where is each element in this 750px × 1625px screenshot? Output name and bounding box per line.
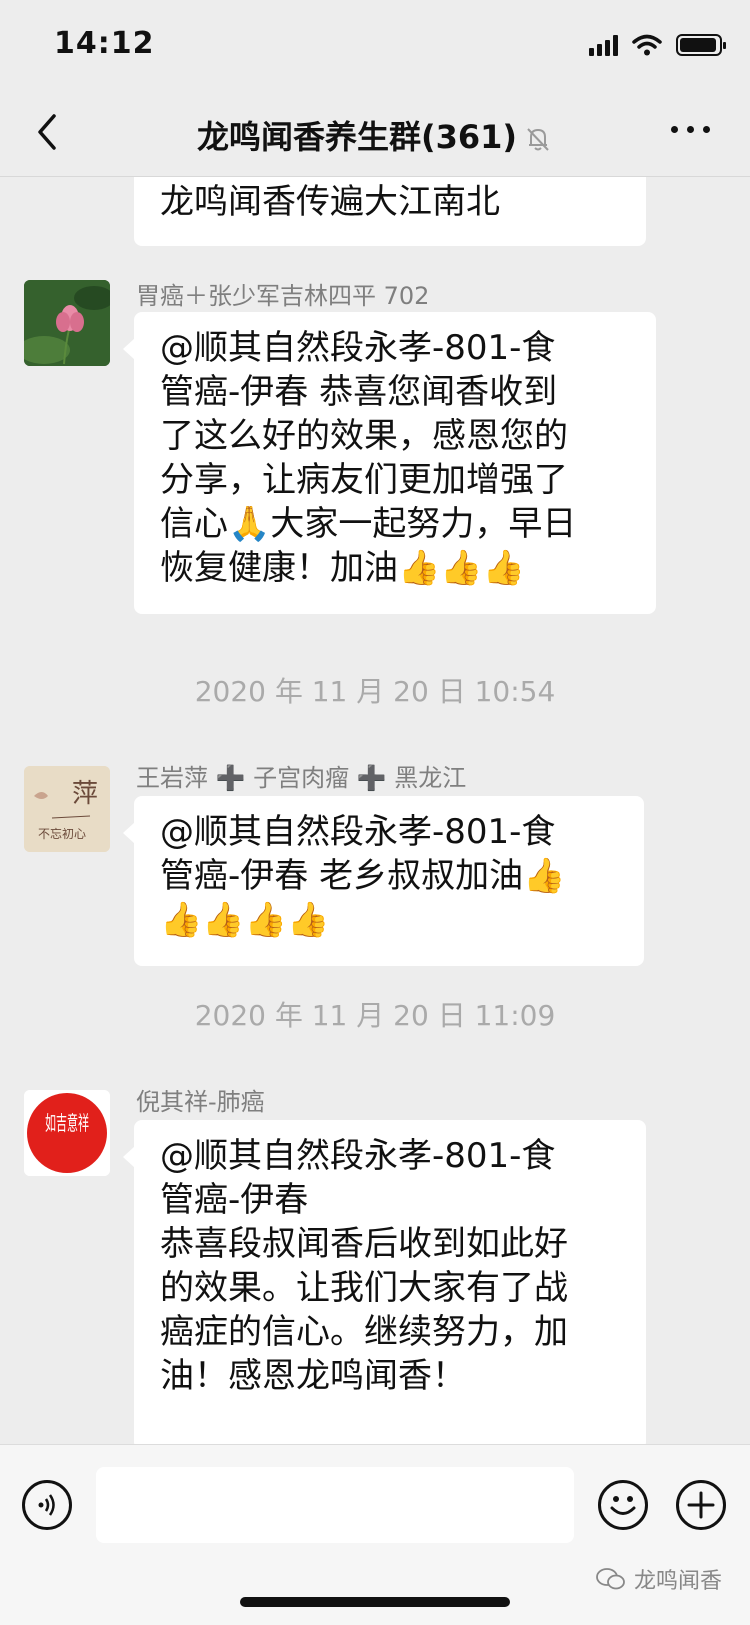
more-options-button[interactable]	[671, 126, 710, 133]
timestamp: 2020 年 11 月 20 日 10:54	[194, 675, 556, 708]
red-seal-image: 如吉意祥	[24, 1090, 110, 1176]
home-indicator[interactable]	[240, 1597, 510, 1607]
sender-name: 胃癌＋张少军吉林四平 702	[136, 282, 430, 310]
svg-text:不忘初心: 不忘初心	[38, 826, 86, 841]
avatar-lotus[interactable]	[24, 280, 110, 366]
svg-text:萍: 萍	[72, 779, 98, 809]
smiley-icon	[610, 1496, 636, 1515]
avatar-seal[interactable]: 如吉意祥	[24, 1090, 110, 1176]
sender-name: 倪其祥-肺癌	[136, 1088, 265, 1116]
timestamp: 2020 年 11 月 20 日 11:09	[194, 999, 556, 1032]
battery-icon	[676, 34, 726, 56]
chat-title: 龙鸣闻香养生群(361)	[0, 112, 750, 158]
status-bar: 14:12	[0, 0, 750, 88]
sender-name: 王岩萍 ➕ 子宫肉瘤 ➕ 黑龙江	[136, 764, 467, 792]
voice-icon	[38, 1494, 55, 1516]
muted-bell-icon	[527, 128, 549, 151]
watermark: 龙鸣闻香	[596, 1563, 722, 1595]
chat-title-text: 龙鸣闻香养生群(361)	[196, 118, 518, 156]
avatar-calligraphy[interactable]: 萍 不忘初心	[24, 766, 110, 852]
message-input[interactable]	[96, 1467, 574, 1543]
status-icons	[589, 30, 726, 60]
plus-icon	[687, 1491, 715, 1519]
svg-text:如吉意祥: 如吉意祥	[45, 1111, 89, 1135]
emoji-button[interactable]	[598, 1480, 648, 1530]
message-bubble[interactable]: @顺其自然段永孝-801-食 管癌-伊春 老乡叔叔加油👍 👍👍👍👍	[123, 796, 644, 966]
message-bubble[interactable]: @顺其自然段永孝-801-食 管癌-伊春 恭喜您闻香收到 了这么好的效果，感恩您…	[123, 312, 656, 614]
message-bubble[interactable]: @顺其自然段永孝-801-食 管癌-伊春 恭喜段叔闻香后收到如此好 的效果。让我…	[123, 1120, 646, 1444]
wechat-logo-icon	[596, 1568, 625, 1590]
message-list[interactable]: 我们一起迎向健康的同时将 龙鸣闻香传遍大江南北 胃癌＋张少军吉林四平 702 @…	[0, 176, 750, 1444]
wifi-icon	[632, 34, 662, 56]
status-time: 14:12	[54, 26, 155, 61]
chat-header: 龙鸣闻香养生群(361)	[0, 88, 750, 177]
input-bar: 龙鸣闻香	[0, 1444, 750, 1625]
cellular-signal-icon	[589, 34, 618, 56]
message-bubble[interactable]: 我们一起迎向健康的同时将 龙鸣闻香传遍大江南北	[134, 176, 646, 246]
watermark-text: 龙鸣闻香	[633, 1569, 722, 1594]
plus-button[interactable]	[676, 1480, 726, 1530]
voice-button[interactable]	[22, 1480, 72, 1530]
lotus-image	[24, 280, 110, 366]
calligraphy-image: 萍 不忘初心	[24, 766, 110, 852]
